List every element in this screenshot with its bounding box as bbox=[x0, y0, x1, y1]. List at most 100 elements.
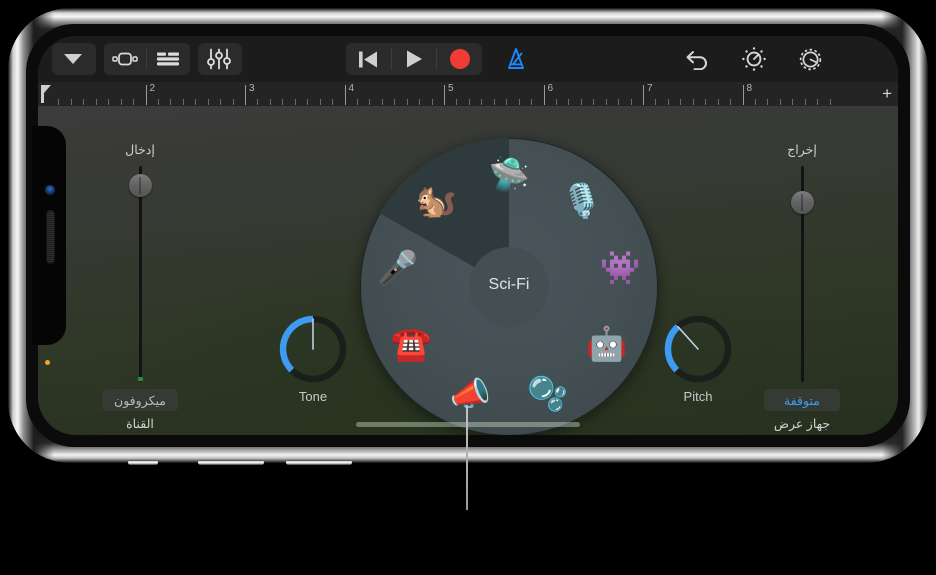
undo-arrow-icon bbox=[686, 51, 707, 70]
list-view-button[interactable] bbox=[147, 43, 189, 75]
ruler-bar-number: 4 bbox=[348, 83, 355, 94]
ruler-beat-tick bbox=[369, 99, 371, 105]
ruler-beat-tick bbox=[655, 99, 657, 105]
rewind-button[interactable] bbox=[346, 43, 391, 75]
ufo-preset[interactable]: 🛸 bbox=[486, 151, 532, 197]
pitch-knob[interactable] bbox=[660, 311, 736, 387]
ruler-beat-tick bbox=[294, 99, 296, 105]
silent-switch[interactable] bbox=[128, 460, 158, 465]
ruler-bar-tick bbox=[543, 85, 545, 105]
rewind-to-start-icon bbox=[359, 51, 378, 67]
ruler-beat-tick bbox=[282, 99, 284, 105]
pitch-knob-label: Pitch bbox=[683, 389, 713, 404]
ruler-beat-tick bbox=[70, 99, 72, 105]
ruler-beat-tick bbox=[767, 99, 769, 105]
track-view-icon bbox=[112, 52, 138, 66]
telephone-preset[interactable]: ☎️ bbox=[388, 321, 434, 367]
tone-knob-dial bbox=[279, 315, 347, 383]
tone-knob[interactable] bbox=[275, 311, 351, 387]
ruler-beat-tick bbox=[493, 99, 495, 105]
top-toolbar bbox=[38, 36, 898, 82]
ruler-beat-tick bbox=[269, 99, 271, 105]
ruler-beat-tick bbox=[182, 99, 184, 105]
playhead-marker[interactable] bbox=[40, 84, 52, 104]
ruler-beat-tick bbox=[394, 99, 396, 105]
undo-button[interactable] bbox=[676, 43, 720, 75]
browser-button-group bbox=[52, 43, 96, 75]
ruler-beat-tick bbox=[170, 99, 172, 105]
add-section-button[interactable]: + bbox=[882, 85, 892, 103]
record-button[interactable] bbox=[437, 43, 482, 75]
input-slider-track[interactable] bbox=[139, 166, 142, 382]
ruler-beat-tick bbox=[419, 99, 421, 105]
ruler-bar-tick bbox=[245, 85, 246, 105]
ruler-beat-tick bbox=[220, 99, 222, 105]
chevron-down-icon bbox=[64, 54, 82, 64]
megaphone-preset[interactable]: 📣 bbox=[447, 370, 493, 416]
tone-knob-wrap: Tone bbox=[275, 311, 351, 407]
ruler-beat-tick bbox=[829, 99, 831, 105]
monster-preset[interactable]: 👾 bbox=[597, 244, 643, 290]
gold-mic-preset[interactable]: 🎤 bbox=[375, 244, 421, 290]
ruler-beat-tick bbox=[618, 99, 620, 105]
volume-up-button[interactable] bbox=[198, 460, 264, 465]
ruler-beat-tick bbox=[680, 99, 682, 105]
ruler-beat-tick bbox=[431, 99, 433, 105]
metronome-icon bbox=[508, 48, 524, 69]
ruler-bar-tick bbox=[742, 85, 744, 105]
ruler-bar-tick bbox=[444, 85, 445, 105]
settings-button[interactable] bbox=[788, 43, 832, 75]
play-button[interactable] bbox=[392, 43, 437, 75]
robot-preset[interactable]: 🤖 bbox=[584, 321, 630, 367]
ruler-beat-tick bbox=[108, 99, 110, 105]
screenshot-stage: 2345678 + إدخال ميكروفون القناة إخراج مت… bbox=[0, 0, 936, 575]
fx-dial-button[interactable] bbox=[732, 43, 776, 75]
fx-dial-icon bbox=[742, 47, 766, 71]
input-source-button[interactable]: ميكروفون bbox=[102, 389, 178, 411]
gear-icon bbox=[799, 48, 821, 70]
input-slider-thumb[interactable] bbox=[129, 174, 152, 197]
tone-knob-label: Tone bbox=[298, 389, 328, 404]
squirrel-preset[interactable]: 🐿️ bbox=[413, 177, 459, 223]
pitch-knob-wrap: Pitch bbox=[660, 311, 736, 407]
ruler-beat-tick bbox=[307, 99, 309, 105]
track-view-button[interactable] bbox=[104, 43, 146, 75]
metronome-button[interactable] bbox=[494, 43, 538, 75]
ruler-beat-tick bbox=[332, 99, 334, 105]
ruler-bar-number: 8 bbox=[746, 83, 753, 94]
ruler-beat-tick bbox=[518, 99, 520, 105]
playhead-icon bbox=[41, 85, 51, 103]
output-title: إخراج bbox=[787, 143, 817, 157]
ruler-beat-tick bbox=[356, 99, 358, 105]
ruler-beat-tick bbox=[692, 99, 694, 105]
output-slider-thumb[interactable] bbox=[791, 191, 814, 214]
ruler-beat-tick bbox=[207, 99, 209, 105]
bubbles-preset[interactable]: 🫧 bbox=[525, 370, 571, 416]
fx-sliders-button[interactable] bbox=[198, 43, 240, 75]
status-sensor-dot bbox=[45, 360, 50, 365]
chevron-down-button[interactable] bbox=[52, 43, 94, 75]
timeline-ruler[interactable]: 2 3 4 5 6 7 8 + bbox=[38, 82, 898, 107]
monitor-toggle-button[interactable]: متوقفة bbox=[764, 389, 840, 411]
preset-wheel[interactable]: Sci-Fi 🛸 🎙️ 👾 🤖 🫧 📣 ☎️ 🎤 🐿️ bbox=[360, 138, 658, 435]
play-icon bbox=[407, 50, 422, 68]
ruler-beat-tick bbox=[58, 99, 60, 105]
ruler-beat-tick bbox=[580, 99, 582, 105]
record-icon bbox=[449, 49, 470, 69]
ruler-bar-tick bbox=[145, 85, 147, 105]
ruler-bar-number: 5 bbox=[448, 83, 454, 94]
ruler-beat-tick bbox=[705, 99, 707, 105]
ruler-beat-tick bbox=[531, 99, 533, 105]
home-indicator[interactable] bbox=[356, 422, 580, 427]
ruler-beat-tick bbox=[456, 99, 458, 105]
callout-leader-line bbox=[466, 405, 468, 510]
ruler-beat-tick bbox=[779, 99, 781, 105]
ruler-bar-number: 6 bbox=[547, 83, 554, 94]
microphone-preset[interactable]: 🎙️ bbox=[559, 177, 605, 223]
ruler-beat-tick bbox=[605, 99, 607, 105]
input-title: إدخال bbox=[125, 143, 155, 157]
input-caption: القناة bbox=[126, 417, 154, 431]
ruler-beat-tick bbox=[381, 99, 383, 105]
volume-down-button[interactable] bbox=[286, 460, 352, 465]
input-panel: إدخال ميكروفون القناة bbox=[94, 106, 186, 435]
